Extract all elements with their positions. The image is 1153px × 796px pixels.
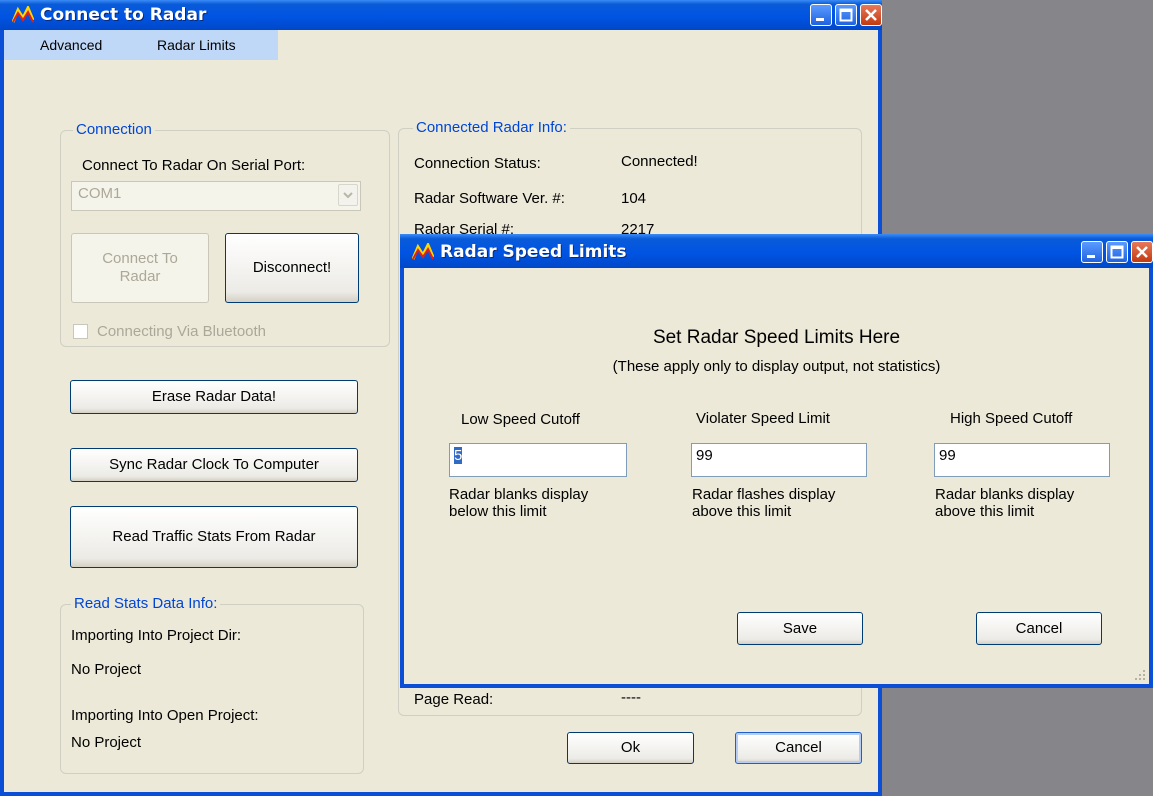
- page-read-label: Page Read:: [414, 691, 494, 708]
- high-speed-desc-1: Radar blanks display: [935, 486, 1075, 503]
- connection-legend: Connection: [73, 121, 155, 138]
- software-version-label: Radar Software Ver. #:: [414, 190, 565, 207]
- bluetooth-label: Connecting Via Bluetooth: [97, 323, 267, 340]
- low-speed-value: 5: [454, 447, 463, 464]
- low-speed-desc-1: Radar blanks display: [449, 486, 589, 503]
- project-dir-label: Importing Into Project Dir:: [71, 627, 242, 644]
- high-speed-desc-2: above this limit: [935, 503, 1035, 520]
- resize-grip-icon[interactable]: [1133, 668, 1147, 682]
- high-speed-label: High Speed Cutoff: [950, 410, 1073, 427]
- close-icon: [1136, 246, 1148, 258]
- dialog-minimize-button[interactable]: [1081, 241, 1103, 263]
- connection-status-label: Connection Status:: [414, 155, 541, 172]
- low-speed-desc-2: below this limit: [449, 503, 547, 520]
- high-speed-input[interactable]: 99: [934, 443, 1110, 477]
- violater-speed-desc-2: above this limit: [692, 503, 792, 520]
- dialog-close-button[interactable]: [1131, 241, 1153, 263]
- radar-info-legend: Connected Radar Info:: [413, 119, 570, 136]
- software-version-value: 104: [621, 190, 647, 207]
- maximize-button[interactable]: [835, 4, 857, 26]
- page-read-value: ----: [621, 689, 641, 706]
- connection-status-value: Connected!: [621, 153, 698, 170]
- ok-button[interactable]: Ok: [567, 732, 694, 764]
- project-dir-value: No Project: [71, 661, 142, 678]
- dialog-maximize-button[interactable]: [1106, 241, 1128, 263]
- high-speed-value: 99: [939, 447, 956, 464]
- serial-port-label: Connect To Radar On Serial Port:: [82, 157, 306, 174]
- disconnect-button[interactable]: Disconnect!: [225, 233, 359, 303]
- open-project-label: Importing Into Open Project:: [71, 707, 259, 724]
- menu-bar: Advanced Radar Limits: [4, 30, 278, 60]
- connect-button-line2: Radar: [119, 268, 161, 285]
- close-icon: [865, 9, 877, 21]
- violater-speed-value: 99: [696, 447, 713, 464]
- dialog-subheading: (These apply only to display output, not…: [612, 358, 941, 375]
- low-speed-label: Low Speed Cutoff: [461, 411, 580, 428]
- bluetooth-checkbox[interactable]: [73, 324, 88, 339]
- menu-radar-limits[interactable]: Radar Limits: [157, 37, 236, 53]
- connect-button-line1: Connect To: [102, 250, 178, 267]
- serial-port-select[interactable]: COM1: [71, 181, 361, 211]
- dialog-titlebar[interactable]: Radar Speed Limits: [400, 234, 1153, 268]
- read-traffic-stats-button[interactable]: Read Traffic Stats From Radar: [70, 506, 358, 568]
- erase-radar-data-button[interactable]: Erase Radar Data!: [70, 380, 358, 414]
- dialog-app-icon: [412, 243, 434, 260]
- close-button[interactable]: [860, 4, 882, 26]
- minimize-button[interactable]: [810, 4, 832, 26]
- dialog-cancel-button[interactable]: Cancel: [976, 612, 1102, 645]
- low-speed-input[interactable]: 5: [449, 443, 627, 477]
- violater-speed-label: Violater Speed Limit: [696, 410, 830, 427]
- serial-port-value: COM1: [78, 185, 122, 202]
- menu-advanced[interactable]: Advanced: [40, 37, 102, 53]
- maximize-icon: [1110, 245, 1124, 259]
- main-cancel-button[interactable]: Cancel: [735, 732, 862, 764]
- connection-group: Connection Connect To Radar On Serial Po…: [60, 121, 390, 347]
- main-window-title: Connect to Radar: [40, 5, 207, 25]
- dropdown-arrow-icon[interactable]: [338, 184, 358, 206]
- app-icon: [12, 6, 34, 23]
- sync-clock-button[interactable]: Sync Radar Clock To Computer: [70, 448, 358, 482]
- maximize-icon: [839, 8, 853, 22]
- open-project-value: No Project: [71, 734, 142, 751]
- save-button[interactable]: Save: [737, 612, 863, 645]
- minimize-icon: [1087, 255, 1095, 258]
- radar-speed-limits-dialog: Radar Speed Limits Set Radar Speed Limit…: [400, 234, 1153, 688]
- main-titlebar[interactable]: Connect to Radar: [0, 0, 882, 30]
- read-stats-group: Read Stats Data Info: Importing Into Pro…: [60, 595, 364, 774]
- dialog-title: Radar Speed Limits: [440, 242, 627, 262]
- dialog-heading: Set Radar Speed Limits Here: [652, 327, 901, 348]
- violater-speed-input[interactable]: 99: [691, 443, 867, 477]
- read-stats-legend: Read Stats Data Info:: [71, 595, 221, 612]
- connect-to-radar-button[interactable]: Connect To Radar: [71, 233, 209, 303]
- violater-speed-desc-1: Radar flashes display: [692, 486, 836, 503]
- minimize-icon: [816, 18, 824, 21]
